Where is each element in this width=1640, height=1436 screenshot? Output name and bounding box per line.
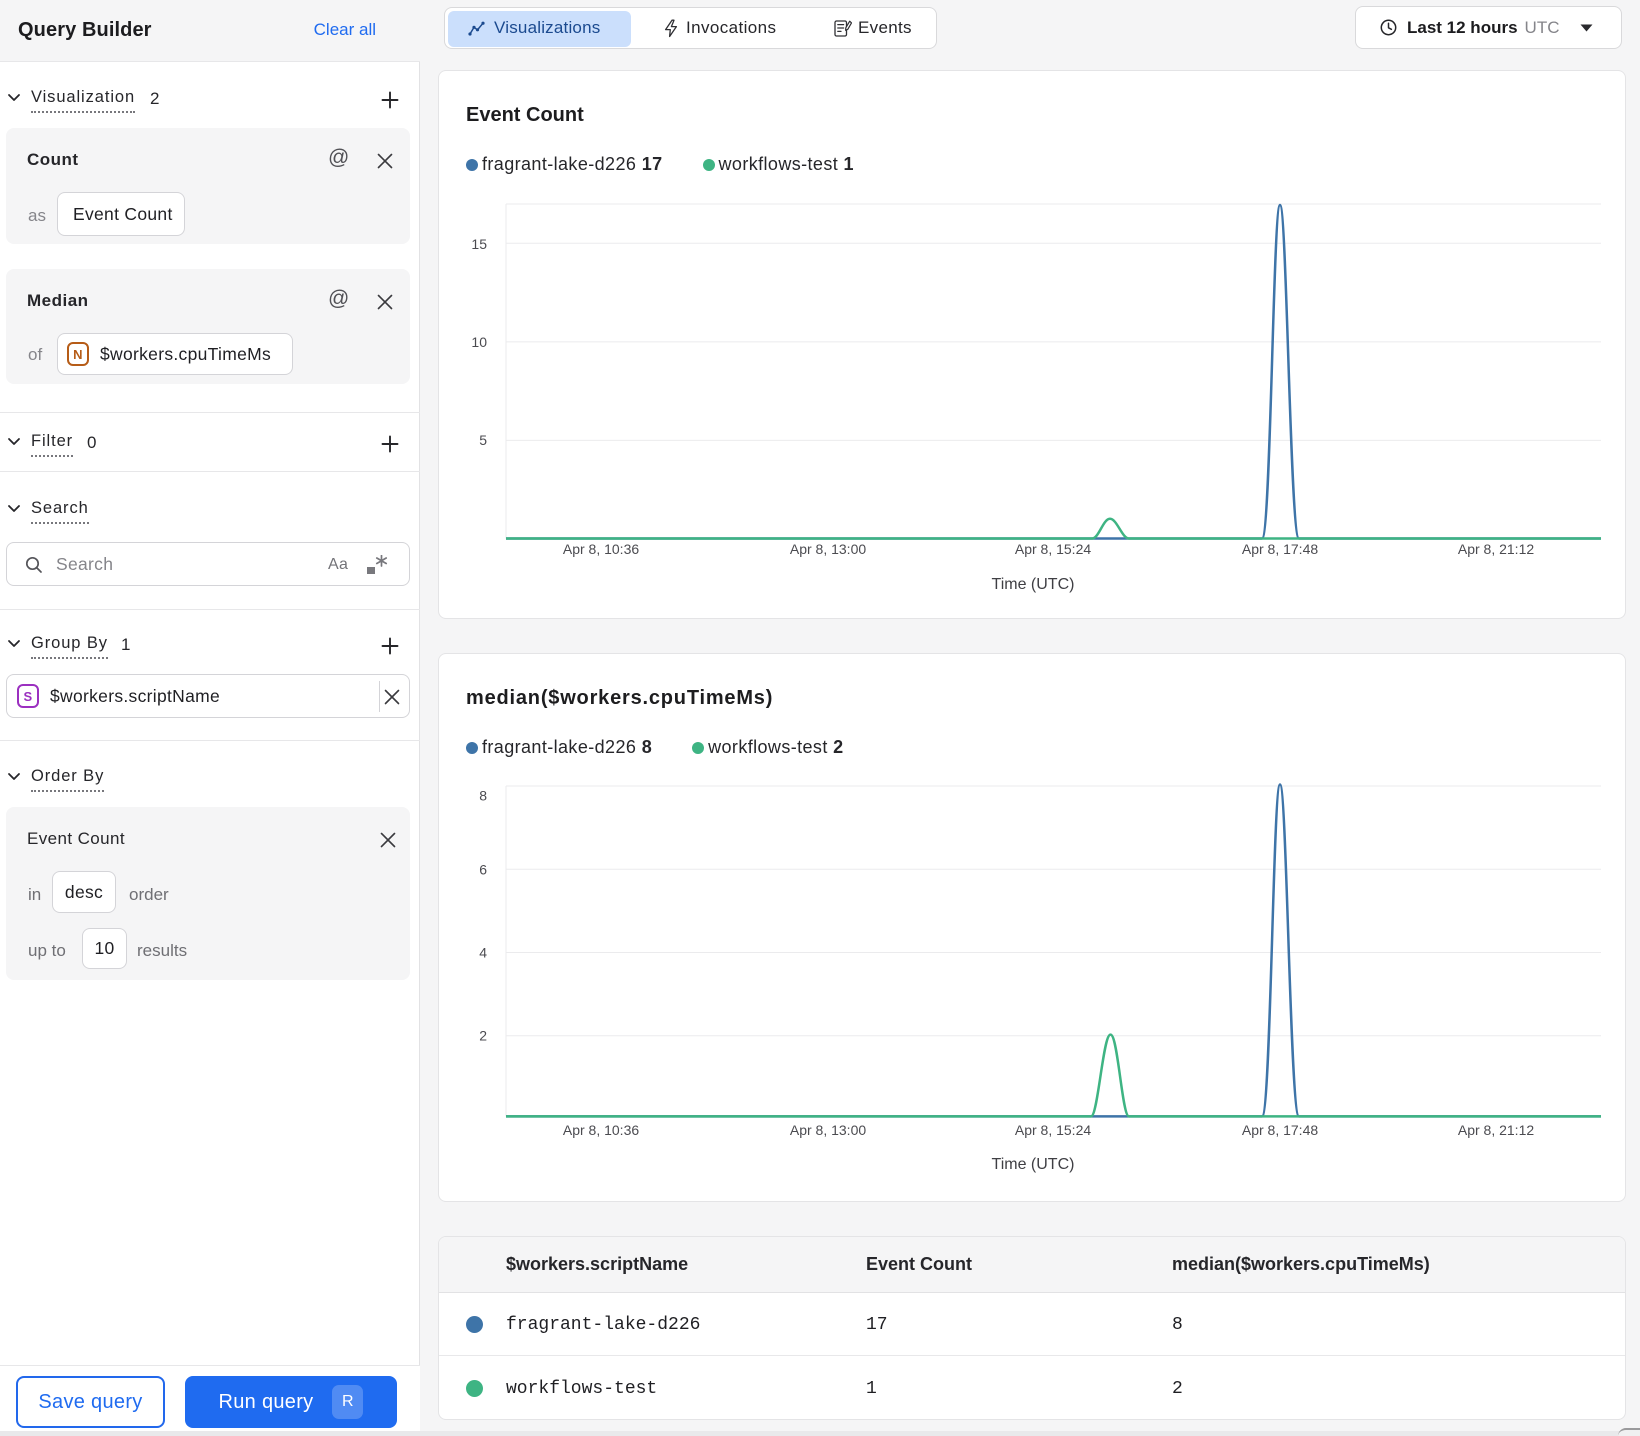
- svg-text:Apr 8, 21:12: Apr 8, 21:12: [1458, 1122, 1534, 1138]
- svg-text:Apr 8, 13:00: Apr 8, 13:00: [790, 541, 866, 557]
- svg-text:Time (UTC): Time (UTC): [992, 576, 1075, 593]
- svg-text:Apr 8, 10:36: Apr 8, 10:36: [563, 541, 639, 557]
- svg-text:Apr 8, 17:48: Apr 8, 17:48: [1242, 1122, 1318, 1138]
- svg-text:8: 8: [479, 788, 487, 804]
- svg-text:4: 4: [479, 945, 487, 961]
- svg-text:5: 5: [479, 432, 487, 448]
- svg-text:Apr 8, 15:24: Apr 8, 15:24: [1015, 541, 1091, 557]
- svg-text:Apr 8, 17:48: Apr 8, 17:48: [1242, 541, 1318, 557]
- svg-text:Time (UTC): Time (UTC): [992, 1156, 1075, 1173]
- svg-text:Apr 8, 13:00: Apr 8, 13:00: [790, 1122, 866, 1138]
- svg-text:Apr 8, 21:12: Apr 8, 21:12: [1458, 541, 1534, 557]
- svg-text:Apr 8, 10:36: Apr 8, 10:36: [563, 1122, 639, 1138]
- svg-text:10: 10: [471, 334, 487, 350]
- svg-text:15: 15: [471, 236, 487, 252]
- svg-text:Apr 8, 15:24: Apr 8, 15:24: [1015, 1122, 1091, 1138]
- svg-text:2: 2: [479, 1028, 487, 1044]
- svg-text:6: 6: [479, 862, 487, 878]
